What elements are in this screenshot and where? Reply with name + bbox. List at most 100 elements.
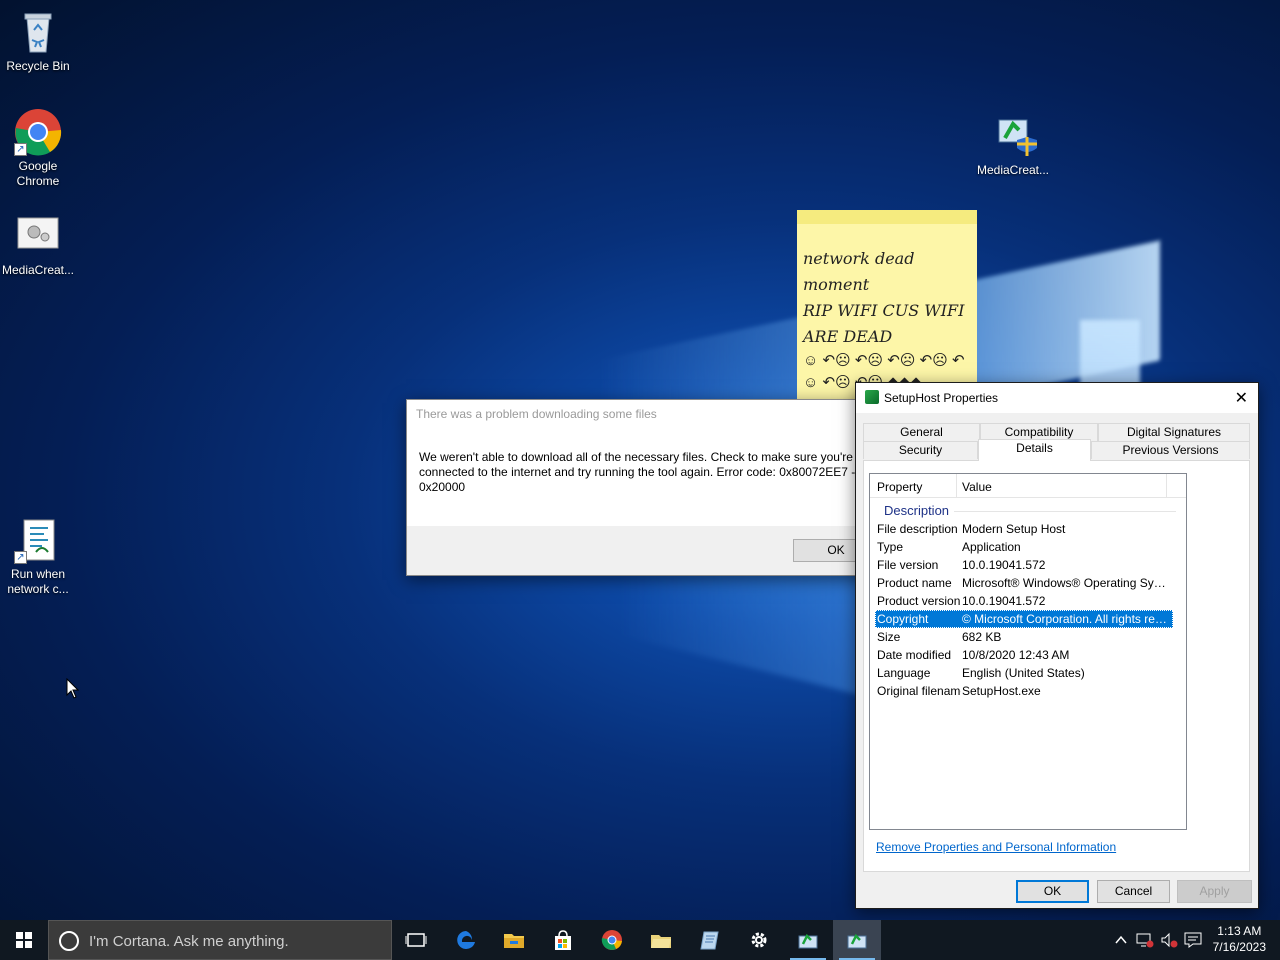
volume-tray-button[interactable] [1158,920,1180,960]
tab-previous-versions[interactable]: Previous Versions [1091,441,1250,459]
action-center-button[interactable] [1182,920,1204,960]
property-name: Product version [877,594,961,608]
property-value: Application [962,540,1021,554]
media-creation-setup-icon [847,933,867,949]
search-placeholder: I'm Cortana. Ask me anything. [89,933,289,950]
desktop-icon-label: Recycle Bin [6,59,70,73]
group-header-description[interactable]: Description [870,500,1186,520]
table-row[interactable]: File version 10.0.19041.572 [870,556,1186,574]
task-view-icon [405,933,427,947]
network-tray-button[interactable] [1134,920,1156,960]
property-value: Modern Setup Host [962,522,1066,536]
table-row[interactable]: Size 682 KB [870,628,1186,646]
column-separator[interactable] [1166,474,1167,498]
mouse-cursor-icon [66,677,80,703]
chrome-icon: ↗ [14,108,62,156]
property-name: File description [877,522,958,536]
media-creation-setup-icon [798,933,818,949]
media-creation-setup-icon [989,112,1037,160]
column-separator[interactable] [956,474,957,498]
desktop-icon-mediacreation-setup[interactable]: MediaCreat... [974,112,1052,178]
clock-date: 7/16/2023 [1212,940,1266,954]
tab-general[interactable]: General [863,423,980,441]
error-dialog-message: We weren't able to download all of the n… [419,450,856,494]
group-label: Description [884,503,950,518]
sticky-note-line: ARE DEAD [803,327,893,346]
desktop-icon-mediacreationtool[interactable]: MediaCreat... [0,212,76,278]
taskbar-media-creation[interactable] [784,920,832,960]
error-dialog-title: There was a problem downloading some fil… [416,407,657,421]
desktop-icon-label: MediaCreat... [976,163,1050,177]
property-value: 682 KB [962,630,1002,644]
ok-button[interactable]: OK [1016,880,1089,903]
network-disconnected-icon [1136,933,1154,948]
store-icon [555,930,571,950]
folder-open-icon [651,935,671,948]
gear-icon [751,932,767,948]
taskbar-edge[interactable] [442,920,490,960]
taskbar-setuphost[interactable] [833,920,881,960]
property-value: 10.0.19041.572 [962,558,1046,572]
shortcut-arrow-icon: ↗ [14,143,27,156]
taskbar-app[interactable] [637,920,685,960]
cortana-search-box[interactable]: I'm Cortana. Ask me anything. [48,920,392,960]
properties-dialog-title: SetupHost Properties [884,391,999,405]
table-row[interactable]: Original filename SetupHost.exe [870,682,1186,700]
sticky-note[interactable]: network dead moment RIP WIFI CUS WIFI AR… [797,210,977,400]
taskbar-store[interactable] [539,920,587,960]
taskbar-chrome[interactable] [588,920,636,960]
folder-icon [504,934,524,948]
close-icon[interactable]: ✕ [1235,388,1248,408]
edge-icon [457,931,475,949]
taskbar-settings[interactable] [735,920,783,960]
remove-properties-link[interactable]: Remove Properties and Personal Informati… [876,840,1116,854]
tab-digital-signatures[interactable]: Digital Signatures [1098,423,1250,441]
sticky-note-emoji-line: ☺ ↶☹ ↶☹ ↶☹ ↶☹ ↶ [803,352,965,369]
table-row[interactable]: Type Application [870,538,1186,556]
property-value: English (United States) [962,666,1085,680]
taskbar-app[interactable] [686,920,734,960]
property-value: SetupHost.exe [962,684,1041,698]
desktop-icon-run-when-network[interactable]: ↗ Run when network c... [0,516,76,597]
property-value: © Microsoft Corporation. All rights rese… [962,612,1167,626]
taskbar: I'm Cortana. Ask me anything. 1:13 AM 7/… [0,920,1280,960]
table-row-selected[interactable]: Copyright © Microsoft Corporation. All ri… [875,610,1173,628]
properties-listview[interactable]: Property Value Description File descript… [869,473,1187,830]
start-button[interactable] [0,920,48,960]
listview-header: Property Value [870,474,1186,498]
column-header-value[interactable]: Value [962,480,992,494]
taskbar-file-explorer[interactable] [490,920,538,960]
apply-button[interactable]: Apply [1177,880,1252,903]
media-creation-tool-icon [14,212,62,260]
tab-details[interactable]: Details [978,439,1091,461]
task-view-button[interactable] [392,920,440,960]
desktop-icon-label: Run when network c... [7,567,69,596]
property-name: Type [877,540,904,554]
desktop-icon-recycle-bin[interactable]: Recycle Bin [0,8,76,74]
property-name: Original filename [877,684,961,698]
error-dialog: There was a problem downloading some fil… [406,399,888,576]
property-value: 10/8/2020 12:43 AM [962,648,1070,662]
column-header-property[interactable]: Property [877,480,922,494]
show-hidden-icons-button[interactable] [1110,920,1132,960]
windows-logo-icon [16,932,32,948]
tab-security[interactable]: Security [863,441,978,459]
cancel-button[interactable]: Cancel [1097,880,1170,903]
desktop-icon-google-chrome[interactable]: ↗ Google Chrome [0,108,76,189]
table-row[interactable]: File description Modern Setup Host [870,520,1186,538]
cortana-icon [59,931,79,951]
table-row[interactable]: Product version 10.0.19041.572 [870,592,1186,610]
taskbar-clock[interactable]: 1:13 AM 7/16/2023 [1213,923,1266,955]
property-name: Date modified [877,648,952,662]
setuphost-app-icon [865,390,879,404]
notification-icon [1184,932,1202,948]
properties-titlebar: SetupHost Properties ✕ [856,383,1258,413]
clock-time: 1:13 AM [1217,924,1262,938]
table-row[interactable]: Language English (United States) [870,664,1186,682]
chevron-up-icon [1115,935,1127,944]
property-name: Size [877,630,901,644]
table-row[interactable]: Date modified 10/8/2020 12:43 AM [870,646,1186,664]
shortcut-arrow-icon: ↗ [14,551,27,564]
table-row[interactable]: Product name Microsoft® Windows® Operatin… [870,574,1186,592]
group-divider [954,511,1176,512]
